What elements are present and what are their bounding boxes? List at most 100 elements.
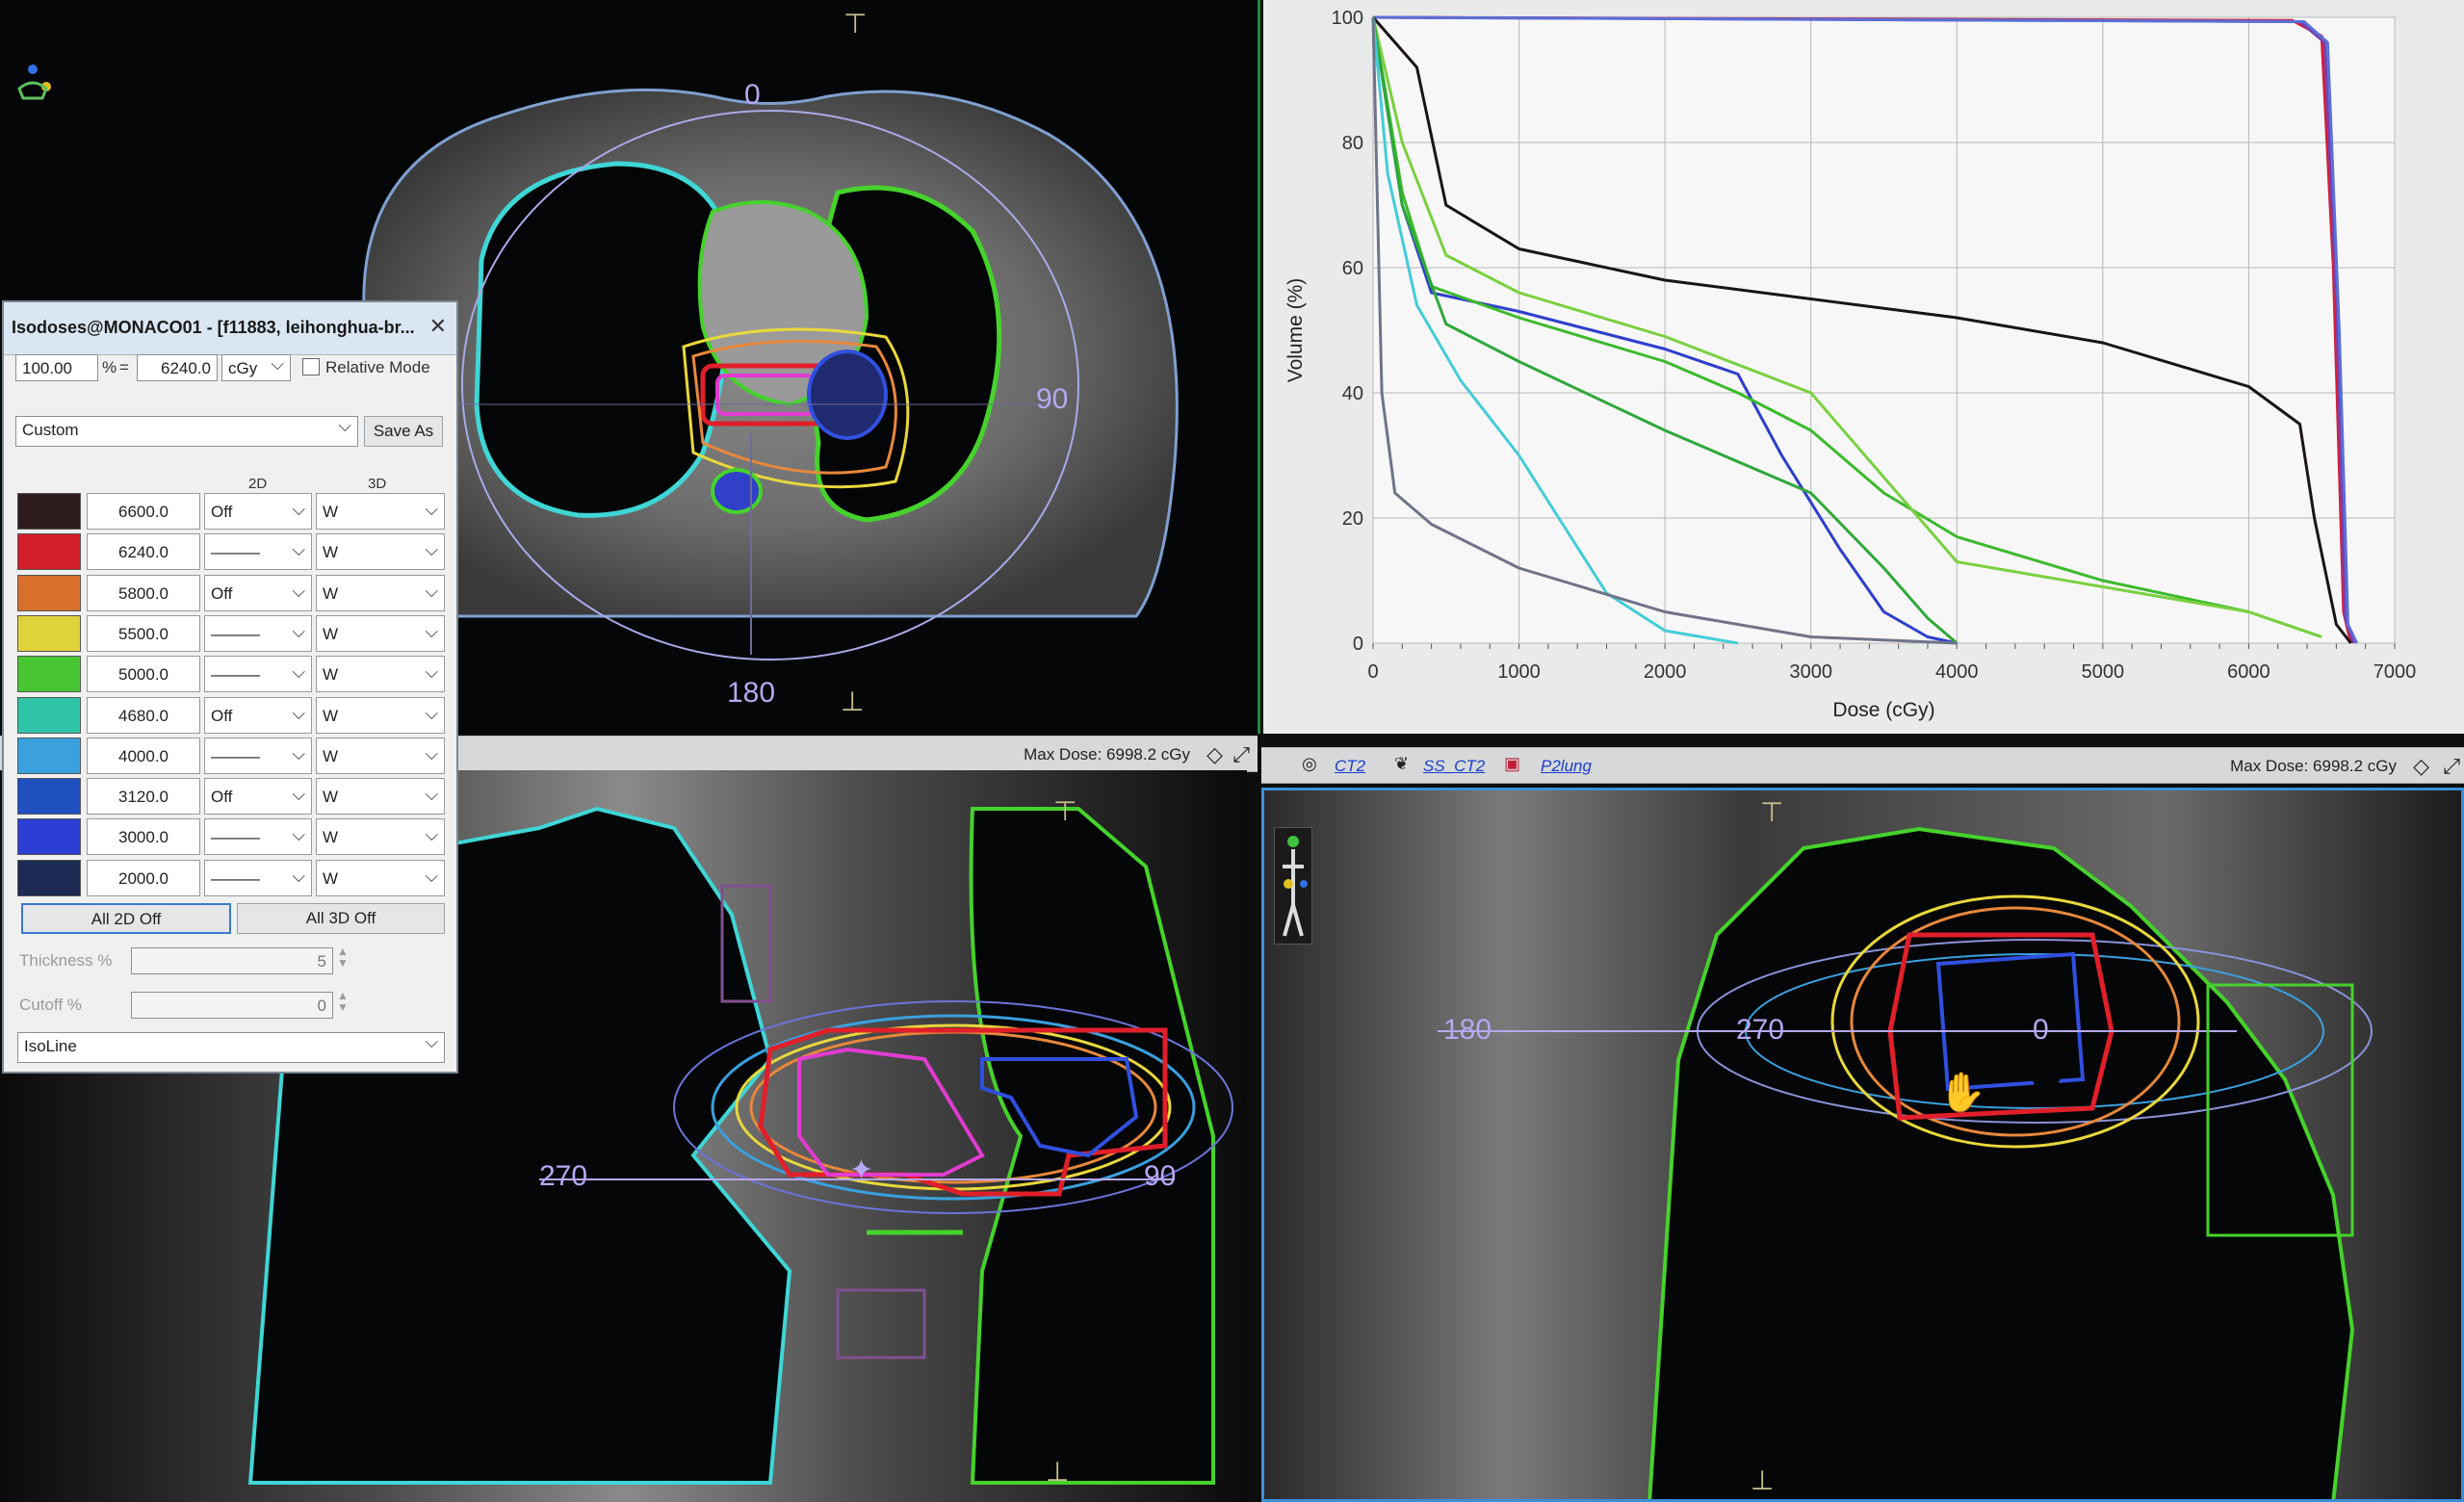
isodose-color-swatch[interactable] [17,860,81,896]
esophagus-blue [807,350,888,440]
column-header-2d: 2D [248,476,268,492]
isodose-3d-select[interactable]: W [316,697,445,734]
isodose-color-swatch[interactable] [17,697,81,734]
all-3d-off-button[interactable]: All 3D Off [237,903,445,934]
isodose-2d-select[interactable]: ——— [204,615,312,652]
isodose-3d-select[interactable]: W [316,738,445,774]
cutoff-input[interactable]: 0 [131,992,333,1019]
y-axis-label: Volume (%) [1284,278,1307,383]
isodose-color-swatch[interactable] [17,575,81,611]
equals-sign: = [119,358,129,376]
x-tick-label: 0 [1367,661,1378,683]
isodose-3d-select[interactable]: W [316,615,445,652]
series-link-p2lung[interactable]: P2lung [1541,757,1592,776]
isodose-color-swatch[interactable] [17,778,81,815]
isodose-value[interactable]: 2000.0 [87,860,200,896]
series-link-ss-ct2[interactable]: SS_CT2 [1423,757,1485,776]
cutoff-spinner[interactable]: ▲ ▼ [337,990,349,1013]
isodose-value[interactable]: 4000.0 [87,738,200,774]
thickness-input[interactable]: 5 [131,947,333,974]
isodose-color-swatch[interactable] [17,738,81,774]
save-as-button[interactable]: Save As [364,416,443,447]
preset-select[interactable]: Custom [15,416,358,447]
isodose-2d-select[interactable]: ——— [204,738,312,774]
dose-input[interactable]: 6240.0 [137,354,218,381]
isodose-2d-select[interactable]: Off [204,575,312,611]
isodose-value[interactable]: 5800.0 [87,575,200,611]
isodose-value[interactable]: 5000.0 [87,656,200,692]
sagittal-label-center: 270 [1736,1014,1785,1046]
relative-mode-label: Relative Mode [325,358,430,376]
sagittal-image [1264,790,2461,1499]
isodose-color-swatch[interactable] [17,656,81,692]
y-tick-label: 40 [1342,383,1363,404]
y-tick-label: 100 [1332,8,1363,29]
isodose-2d-select[interactable]: Off [204,697,312,734]
isocenter-crosshair-icon[interactable]: ✦ [849,1153,873,1187]
fullscreen-icon[interactable]: ⤢ [2443,754,2460,779]
axial-label-bottom: 180 [727,677,776,709]
isodose-color-swatch[interactable] [17,533,81,570]
isodose-2d-select[interactable]: ——— [204,533,312,570]
line-style-value: IsoLine [24,1037,77,1055]
coronal-max-dose: Max Dose: 6998.2 cGy [1024,745,1190,764]
close-icon[interactable]: ✕ [429,314,447,339]
isodose-3d-select[interactable]: W [316,533,445,570]
series-link-ct2[interactable]: CT2 [1335,757,1365,776]
thickness-spinner[interactable]: ▲ ▼ [337,945,349,969]
isodose-2d-select[interactable]: ——— [204,860,312,896]
isodose-value[interactable]: 3120.0 [87,778,200,815]
sagittal-label-right: 0 [2033,1014,2049,1046]
isodose-color-swatch[interactable] [17,493,81,530]
x-tick-label: 2000 [1644,661,1687,683]
sagittal-toolbar: ◎ CT2 ❦ SS_CT2 ▣ P2lung Max Dose: 6998.2… [1261,747,2464,784]
percent-symbol: % [102,358,117,376]
dialog-title-bar[interactable]: Isodoses@MONACO01 - [f11883, leihonghua-… [4,302,456,355]
dialog-title: Isodoses@MONACO01 - [f11883, leihonghua-… [12,318,415,337]
isodose-3d-select[interactable]: W [316,778,445,815]
isodose-value[interactable]: 4680.0 [87,697,200,734]
isodose-3d-select[interactable]: W [316,656,445,692]
y-tick-label: 60 [1342,258,1363,279]
coronal-marker-bottom: ⊥ [1046,1457,1070,1487]
sagittal-marker-bottom: ⊥ [1751,1465,1775,1495]
y-tick-label: 20 [1342,508,1363,530]
plot-area [1372,16,2396,644]
line-style-select[interactable]: IsoLine [17,1032,445,1063]
right-lung [474,161,735,518]
x-tick-label: 3000 [1789,661,1832,683]
isodose-value[interactable]: 5500.0 [87,615,200,652]
isodose-2d-select[interactable]: ——— [204,818,312,855]
unit-select-value: cGy [228,359,258,377]
isodoses-dialog[interactable]: Isodoses@MONACO01 - [f11883, leihonghua-… [2,300,458,1074]
fullscreen-icon[interactable]: ⤢ [1232,742,1250,767]
isodose-value[interactable]: 6600.0 [87,493,200,530]
isodose-3d-select[interactable]: W [316,860,445,896]
dvh-chart-panel: 0 1000 2000 3000 4000 5000 6000 7000 0 20 40 60 80 10… [1263,0,2464,734]
isodose-3d-select[interactable]: W [316,575,445,611]
isodose-value[interactable]: 3000.0 [87,818,200,855]
percent-input[interactable]: 100.00 [15,354,98,381]
isodose-color-swatch[interactable] [17,818,81,855]
diamond-icon[interactable]: ◇ [2413,754,2429,779]
isodose-3d-select[interactable]: W [316,493,445,530]
isodose-color-swatch[interactable] [17,615,81,652]
sagittal-view[interactable]: 180 270 0 ⊤ ⊥ ✋ [1261,788,2464,1502]
patient-orientation-icon [13,60,52,104]
all-2d-off-button[interactable]: All 2D Off [21,903,231,934]
unit-select[interactable]: cGy [221,354,291,381]
axial-label-top: 0 [744,79,761,111]
isodose-3d-select[interactable]: W [316,818,445,855]
x-tick-label: 1000 [1497,661,1541,683]
isodose-value[interactable]: 6240.0 [87,533,200,570]
isodose-2d-select[interactable]: Off [204,778,312,815]
x-tick-label: 5000 [2082,661,2125,683]
x-tick-label: 6000 [2227,661,2270,683]
relative-mode-checkbox[interactable] [302,358,320,376]
diamond-icon[interactable]: ◇ [1206,742,1223,767]
x-tick-label: 4000 [1935,661,1979,683]
isodose-2d-select[interactable]: Off [204,493,312,530]
ct-series-icon: ◎ [1302,754,1317,773]
axial-marker-top: ⊤ [843,9,868,39]
isodose-2d-select[interactable]: ——— [204,656,312,692]
